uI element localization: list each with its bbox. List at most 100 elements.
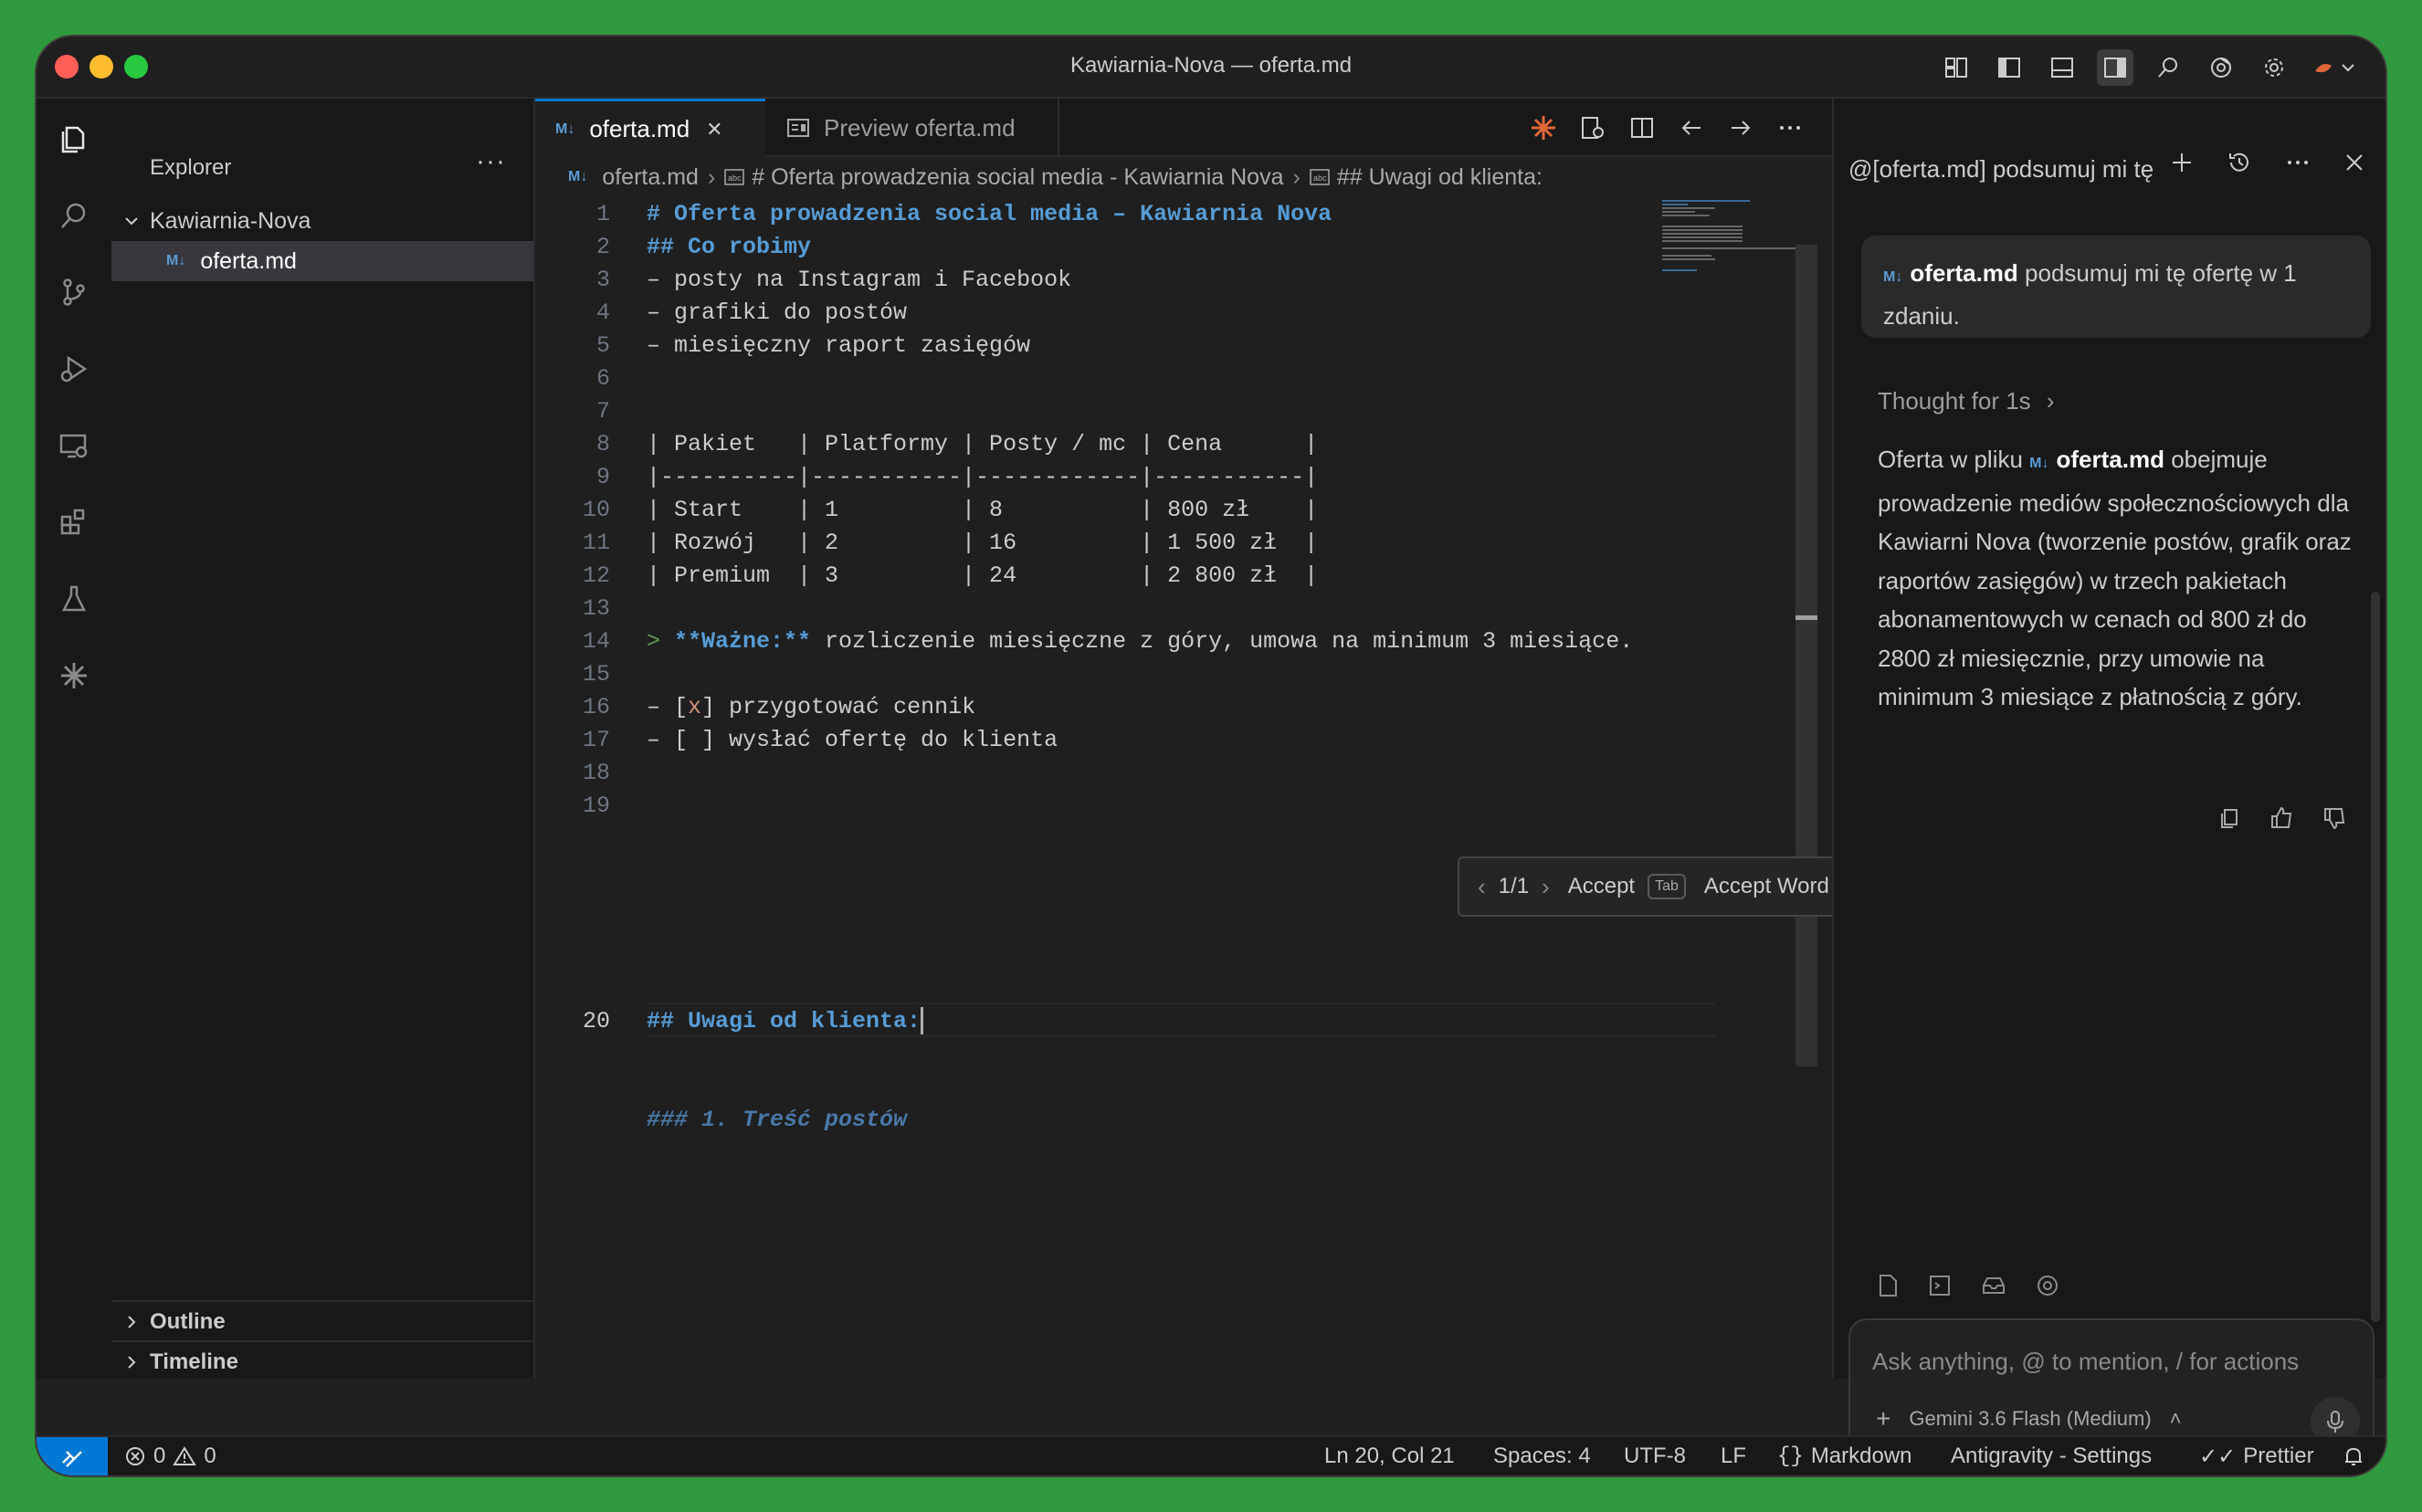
new-chat-plus-icon[interactable] xyxy=(2170,151,2194,174)
customize-layout-icon[interactable] xyxy=(1938,49,1974,86)
source-control-icon[interactable] xyxy=(37,254,111,331)
file-mention[interactable]: oferta.md xyxy=(2057,446,2164,473)
line-text: | Pakiet | Platformy | Posty / mc | Cena… xyxy=(647,430,1319,457)
accept-button[interactable]: Accept xyxy=(1568,874,1635,899)
code-line[interactable]: 19 xyxy=(535,789,1759,822)
outline-section[interactable]: Outline xyxy=(111,1300,533,1342)
cursor-position[interactable]: Ln 20, Col 21 xyxy=(1324,1437,1455,1475)
inbox-icon[interactable] xyxy=(1980,1273,2007,1298)
line-number: 8 xyxy=(595,430,610,457)
line-text: – miesięczny raport zasięgów xyxy=(647,331,1031,359)
line-text: | Rozwój | 2 | 16 | 1 500 zł | xyxy=(647,529,1319,556)
search-icon[interactable] xyxy=(2150,49,2186,86)
chevron-right-icon xyxy=(128,1356,136,1369)
add-context-plus-icon[interactable]: + xyxy=(1876,1404,1890,1433)
remote-explorer-icon[interactable] xyxy=(37,407,111,484)
tab-preview-oferta-md[interactable]: Preview oferta.md xyxy=(765,99,1059,157)
more-actions-icon[interactable] xyxy=(1772,110,1808,146)
run-debug-icon[interactable] xyxy=(37,331,111,407)
split-editor-icon[interactable] xyxy=(1624,110,1660,146)
search-icon[interactable] xyxy=(37,177,111,254)
testing-flask-icon[interactable] xyxy=(37,561,111,637)
code-line[interactable]: 11 | Rozwój | 2 | 16 | 1 500 zł | xyxy=(535,526,1759,559)
code-line[interactable]: 2 ## Co robimy xyxy=(535,230,1759,263)
model-name[interactable]: Gemini 3.6 Flash (Medium) xyxy=(1909,1407,2151,1431)
code-line[interactable]: 4 – grafiki do postów xyxy=(535,296,1759,329)
chevron-left-icon[interactable]: ‹ xyxy=(1478,873,1486,901)
editor-scrollbar[interactable] xyxy=(1795,245,1817,1066)
account-icon[interactable] xyxy=(2309,49,2360,86)
braces-icon: {} xyxy=(1777,1444,1804,1469)
problems-indicator[interactable]: 0 0 xyxy=(124,1437,216,1475)
code-line[interactable]: 20 ## Uwagi od klienta: xyxy=(535,1004,1759,1037)
language-mode[interactable]: {} Markdown xyxy=(1777,1437,1912,1475)
code-line[interactable]: 12 | Premium | 3 | 24 | 2 800 zł | xyxy=(535,559,1759,592)
code-line[interactable]: 16 – [x] przygotować cennik xyxy=(535,690,1759,723)
chevron-right-icon: › xyxy=(1292,163,1301,190)
chevron-right-icon[interactable]: › xyxy=(1542,873,1550,901)
antigravity-settings[interactable]: Antigravity - Settings xyxy=(1951,1437,2152,1475)
code-line[interactable]: 3 – posty na Instagram i Facebook xyxy=(535,263,1759,296)
microphone-icon xyxy=(2327,1411,2343,1433)
explorer-more-actions[interactable]: ··· xyxy=(476,146,506,177)
preview-icon xyxy=(787,119,809,137)
code-line[interactable]: 15 xyxy=(535,657,1759,690)
arrow-right-icon[interactable] xyxy=(1722,110,1759,146)
more-actions-icon[interactable] xyxy=(2285,150,2311,175)
close-icon[interactable] xyxy=(2343,152,2365,173)
prettier-status[interactable]: ✓✓ Prettier xyxy=(2199,1437,2314,1475)
browser-icon[interactable] xyxy=(2203,49,2239,86)
explorer-icon[interactable] xyxy=(37,100,111,177)
code-line[interactable]: 14 > **Ważne:** rozliczenie miesięczne z … xyxy=(535,625,1759,657)
indentation[interactable]: Spaces: 4 xyxy=(1493,1437,1591,1475)
code-line[interactable]: 18 xyxy=(535,756,1759,789)
line-number: 1 xyxy=(595,200,610,227)
code-line[interactable]: 1 # Oferta prowadzenia social media – Kaw… xyxy=(535,197,1759,230)
code-line[interactable]: 13 xyxy=(535,592,1759,625)
toggle-secondary-sidebar-icon[interactable] xyxy=(2097,49,2133,86)
code-line[interactable]: 9 |----------|-----------|------------|--… xyxy=(535,460,1759,493)
notifications-bell-icon[interactable] xyxy=(2342,1437,2365,1475)
breadcrumb-heading-2[interactable]: ## Uwagi od klienta: xyxy=(1337,164,1543,191)
toggle-panel-icon[interactable] xyxy=(2044,49,2080,86)
chat-scrollbar[interactable] xyxy=(2371,592,2380,1322)
open-preview-side-icon[interactable] xyxy=(1574,110,1611,146)
code-line[interactable]: 7 xyxy=(535,394,1759,427)
code-editor[interactable]: 1 # Oferta prowadzenia social media – Kaw… xyxy=(535,197,1795,1379)
thought-toggle[interactable]: Thought for 1s › xyxy=(1878,387,2055,415)
file-row[interactable]: M↓ oferta.md xyxy=(111,241,533,281)
file-mention[interactable]: oferta.md xyxy=(1910,259,2017,287)
accept-word-button[interactable]: Accept Word xyxy=(1704,874,1829,899)
timeline-section[interactable]: Timeline xyxy=(111,1340,533,1382)
remote-indicator[interactable] xyxy=(37,1437,108,1475)
settings-gear-icon[interactable] xyxy=(2256,49,2292,86)
file-icon[interactable] xyxy=(1876,1273,1900,1298)
extensions-icon[interactable] xyxy=(37,484,111,561)
toggle-primary-sidebar-icon[interactable] xyxy=(1991,49,2027,86)
chat-input-placeholder[interactable]: Ask anything, @ to mention, / for action… xyxy=(1872,1348,2299,1376)
code-line[interactable]: 10 | Start | 1 | 8 | 800 zł | xyxy=(535,493,1759,526)
code-line[interactable]: 5 – miesięczny raport zasięgów xyxy=(535,329,1759,362)
arrow-left-icon[interactable] xyxy=(1673,110,1710,146)
end-of-line[interactable]: LF xyxy=(1721,1437,1746,1475)
history-icon[interactable] xyxy=(2227,150,2252,175)
breadcrumb-file[interactable]: oferta.md xyxy=(602,164,699,191)
thumbs-up-icon[interactable] xyxy=(2269,805,2294,831)
breadcrumb-heading-1[interactable]: # Oferta prowadzenia social media - Kawi… xyxy=(752,164,1283,191)
prettier-label: Prettier xyxy=(2243,1444,2314,1468)
browser-icon[interactable] xyxy=(2035,1273,2060,1298)
minimap[interactable] xyxy=(1660,197,1797,289)
folder-row[interactable]: Kawiarnia-Nova xyxy=(111,201,533,241)
code-line[interactable]: 17 – [ ] wysłać ofertę do klienta xyxy=(535,723,1759,756)
close-icon[interactable]: ✕ xyxy=(706,118,722,142)
code-line[interactable]: 6 xyxy=(535,362,1759,394)
thumbs-down-icon[interactable] xyxy=(2322,805,2347,831)
terminal-icon[interactable] xyxy=(1927,1273,1953,1298)
agent-spark-icon[interactable] xyxy=(37,637,111,714)
code-line[interactable]: 8 | Pakiet | Platformy | Posty / mc | Cen… xyxy=(535,427,1759,460)
tab-oferta-md[interactable]: M↓ oferta.md ✕ xyxy=(535,99,765,157)
model-selector[interactable]: + Gemini 3.6 Flash (Medium) ˄ xyxy=(1876,1404,2182,1433)
copy-icon[interactable] xyxy=(2217,806,2241,830)
encoding[interactable]: UTF-8 xyxy=(1624,1437,1686,1475)
agent-spark-icon[interactable] xyxy=(1525,110,1562,146)
